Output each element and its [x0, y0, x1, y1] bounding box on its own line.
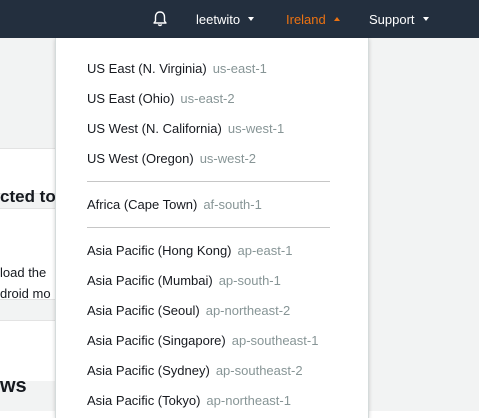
region-code: ap-northeast-2: [205, 303, 291, 318]
region-name: Asia Pacific (Mumbai): [87, 273, 213, 288]
region-option[interactable]: Asia Pacific (Seoul) ap-northeast-2: [87, 302, 290, 320]
region-option[interactable]: US West (Oregon) us-west-2: [87, 150, 256, 168]
region-name: US East (Ohio): [87, 91, 175, 106]
region-option[interactable]: US West (N. California) us-west-1: [87, 120, 284, 138]
region-selector[interactable]: Ireland: [286, 0, 340, 38]
support-menu[interactable]: Support: [369, 0, 429, 38]
group-divider: [87, 227, 330, 228]
region-code: ap-northeast-1: [206, 393, 291, 408]
chevron-up-icon: [333, 17, 340, 21]
top-navigation-bar: leetwito Ireland Support: [0, 0, 479, 38]
region-name: Asia Pacific (Hong Kong): [87, 243, 232, 258]
region-name: Asia Pacific (Seoul): [87, 303, 200, 318]
background-panel: [0, 320, 60, 381]
current-region-label: Ireland: [286, 11, 326, 27]
region-name: US West (Oregon): [87, 151, 194, 166]
region-option[interactable]: US East (N. Virginia) us-east-1: [87, 60, 267, 78]
region-code: us-east-1: [212, 61, 267, 76]
region-name: Africa (Cape Town): [87, 197, 198, 212]
region-option[interactable]: Asia Pacific (Singapore) ap-southeast-1: [87, 332, 318, 350]
region-option[interactable]: US East (Ohio) us-east-2: [87, 90, 235, 108]
region-code: af-south-1: [203, 197, 262, 212]
chevron-down-icon: [422, 17, 429, 21]
account-menu[interactable]: leetwito: [196, 0, 255, 38]
region-code: us-west-2: [199, 151, 257, 166]
region-option[interactable]: Asia Pacific (Sydney) ap-southeast-2: [87, 362, 303, 380]
region-option[interactable]: Asia Pacific (Mumbai) ap-south-1: [87, 272, 281, 290]
background-heading: ws: [0, 375, 27, 397]
chevron-down-icon: [248, 17, 255, 21]
region-name: Asia Pacific (Singapore): [87, 333, 226, 348]
region-option[interactable]: Asia Pacific (Tokyo) ap-northeast-1: [87, 392, 291, 410]
region-code: us-west-1: [227, 121, 285, 136]
region-option[interactable]: Asia Pacific (Hong Kong) ap-east-1: [87, 242, 292, 260]
region-code: ap-southeast-1: [231, 333, 319, 348]
background-text: droid mo: [0, 286, 51, 301]
region-code: ap-east-1: [237, 243, 293, 258]
region-name: US West (N. California): [87, 121, 222, 136]
support-label: Support: [369, 11, 415, 27]
account-username: leetwito: [196, 11, 241, 27]
group-divider: [87, 181, 330, 182]
region-code: us-east-2: [180, 91, 235, 106]
region-code: ap-south-1: [218, 273, 281, 288]
region-dropdown: US East (N. Virginia) us-east-1 US East (…: [55, 38, 369, 418]
background-heading: cted to: [0, 187, 56, 206]
region-name: Asia Pacific (Tokyo): [87, 393, 201, 408]
region-option[interactable]: Africa (Cape Town) af-south-1: [87, 196, 262, 214]
background-text: load the: [0, 265, 47, 280]
region-name: US East (N. Virginia): [87, 61, 207, 76]
bell-icon[interactable]: [151, 10, 169, 28]
region-code: ap-southeast-2: [215, 363, 303, 378]
region-name: Asia Pacific (Sydney): [87, 363, 210, 378]
